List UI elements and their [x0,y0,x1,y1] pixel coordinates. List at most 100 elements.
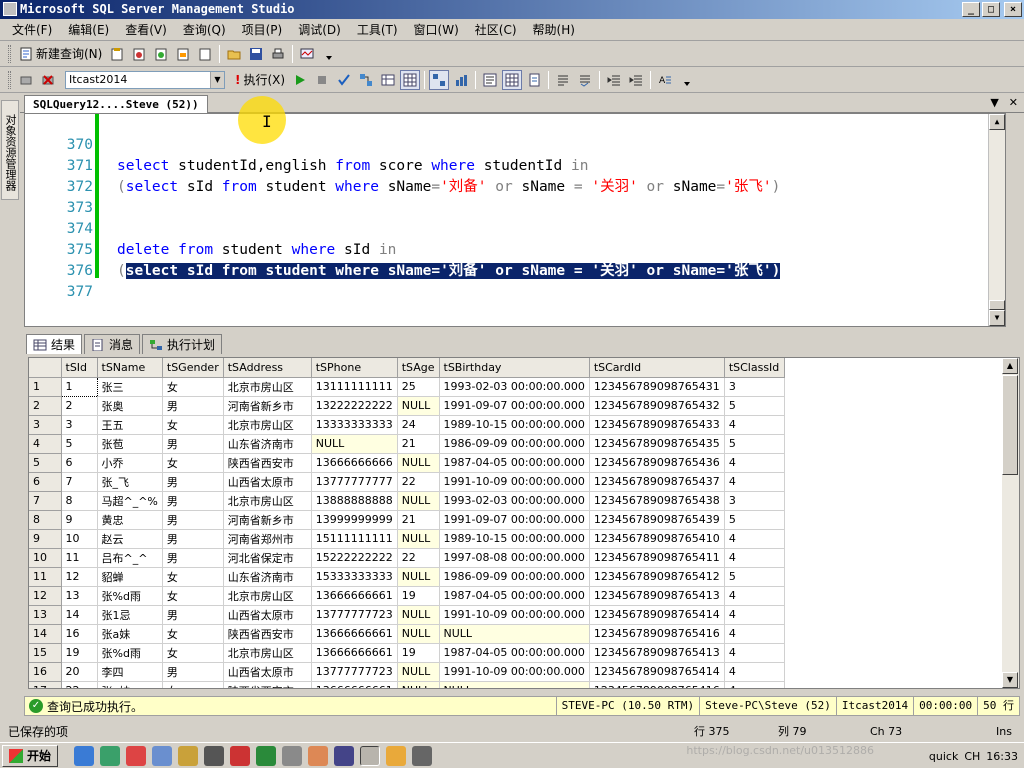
grid-cell[interactable]: 7 [61,472,98,492]
menu-community[interactable]: 社区(C) [467,21,525,38]
grid-cell[interactable]: 王五 [97,415,163,435]
grid-cell[interactable]: 1997-08-08 00:00:00.000 [439,548,590,568]
grid-cell[interactable]: 13666666661 [311,586,398,606]
column-header[interactable]: tSClassId [724,358,785,378]
grid-cell[interactable]: 张a妹 [97,681,163,688]
grid-cell[interactable]: 123456789098765435 [589,434,725,454]
available-databases-select[interactable]: Itcast2014 ▼ [65,70,225,89]
table-row[interactable]: 14 16 张a妹女陕西省西安市 13666666661 NULL NULL 1234567… [29,624,785,644]
grid-cell[interactable]: 13333333333 [311,415,398,435]
grid-cell[interactable]: 13777777777 [311,472,398,492]
grid-cell[interactable]: 19 [397,643,440,663]
menu-project[interactable]: 项目(P) [234,21,291,38]
grid-cell[interactable]: 男 [162,491,224,511]
analysis-query-icon[interactable] [129,44,149,64]
grid-cell[interactable]: 女 [162,377,224,397]
grid-cell[interactable]: 女 [162,453,224,473]
grid-cell[interactable]: 张苞 [97,434,163,454]
column-header[interactable]: tSId [61,358,98,378]
grid-cell[interactable]: 女 [162,415,224,435]
toolbar-overflow-icon[interactable] [319,44,339,64]
database-engine-query-icon[interactable] [107,44,127,64]
grid-cell[interactable]: 1991-10-09 00:00:00.000 [439,662,590,682]
results-to-file-icon[interactable] [524,70,544,90]
grid-cell[interactable]: 123456789098765414 [589,605,725,625]
grid-cell[interactable]: 15111111111 [311,529,398,549]
column-header[interactable]: tSPhone [311,358,398,378]
parse-checkmark-icon[interactable] [334,70,354,90]
grid-cell[interactable]: 4 [724,605,785,625]
grid-cell[interactable]: 女 [162,567,224,587]
grid-scrollbar[interactable]: ▲ ▼ [1002,358,1019,688]
grid-cell[interactable]: 山西省太原市 [223,472,312,492]
grid-cell[interactable]: 河北省保定市 [223,548,312,568]
grid-cell[interactable]: 13666666666 [311,453,398,473]
table-row[interactable]: 5 6 小乔女陕西省西安市 13666666666 NULL 1987-04-05 00:… [29,453,785,473]
grid-cell[interactable]: 19 [61,643,98,663]
grid-cell[interactable]: 陕西省西安市 [223,453,312,473]
display-estimated-plan-icon[interactable] [356,70,376,90]
grid-cell[interactable]: 14 [61,605,98,625]
grid-cell[interactable]: 1993-02-03 00:00:00.000 [439,491,590,511]
tab-execution-plan[interactable]: 执行计划 [142,334,223,354]
grid-cell[interactable]: 北京市房山区 [223,377,312,397]
app-icon-red[interactable] [126,745,147,766]
grid-cell[interactable]: 123456789098765410 [589,529,725,549]
grid-cell[interactable]: 山西省太原市 [223,605,312,625]
grid-cell[interactable]: 13666666661 [311,624,398,644]
grid-cell[interactable]: 13222222222 [311,396,398,416]
grid-cell[interactable]: 赵云 [97,529,163,549]
grid-cell[interactable]: 女 [162,643,224,663]
app-icon-navy[interactable] [334,745,355,766]
row-header[interactable]: 9 [29,529,62,549]
scroll-thumb[interactable] [1002,375,1018,475]
grid-cell[interactable]: 男 [162,548,224,568]
row-header[interactable]: 8 [29,510,62,530]
grid-cell[interactable]: 24 [397,415,440,435]
grid-cell[interactable]: 山东省济南市 [223,434,312,454]
table-row[interactable]: 7 8 马超^_^% 男北京市房山区 13888888888 NULL 1993-02-03… [29,491,785,511]
grid-cell[interactable]: 男 [162,434,224,454]
grid-cell[interactable]: 22 [61,681,98,688]
grid-cell[interactable]: 陕西省西安市 [223,681,312,688]
grid-cell[interactable]: NULL [397,529,440,549]
row-header[interactable]: 6 [29,472,62,492]
execute-button[interactable]: ! 执行(X) [231,71,289,88]
grid-cell[interactable]: 张a妹 [97,624,163,644]
grid-cell[interactable]: 4 [724,415,785,435]
grid-cell[interactable]: 4 [724,643,785,663]
grid-cell[interactable]: 北京市房山区 [223,643,312,663]
grid-cell[interactable]: NULL [311,434,398,454]
grid-cell[interactable]: 张%d雨 [97,643,163,663]
grid-cell[interactable]: 张%d雨 [97,586,163,606]
grid-cell[interactable]: 女 [162,586,224,606]
menu-edit[interactable]: 编辑(E) [60,21,117,38]
grid-cell[interactable]: 4 [724,624,785,644]
grid-cell[interactable]: 123456789098765416 [589,624,725,644]
grid-cell[interactable]: 25 [397,377,440,397]
grid-cell[interactable]: 123456789098765412 [589,567,725,587]
grid-cell[interactable]: NULL [397,624,440,644]
grid-cell[interactable]: 123456789098765416 [589,681,725,688]
column-header[interactable]: tSBirthday [439,358,590,378]
tab-results[interactable]: 结果 [26,334,83,354]
grid-cell[interactable]: NULL [439,624,590,644]
grid-cell[interactable]: 21 [397,434,440,454]
grid-cell[interactable]: 黄忠 [97,510,163,530]
grid-cell[interactable]: 19 [397,586,440,606]
toolbar-grip[interactable] [8,44,11,63]
toolbar-overflow-icon[interactable] [677,70,697,90]
table-row[interactable]: 11 12 貂蝉女山东省济南市 15333333333 NULL 1986-09-09 0… [29,567,785,587]
grid-cell[interactable]: 123456789098765431 [589,377,725,397]
save-icon[interactable] [246,44,266,64]
query-designer-icon[interactable] [378,70,398,90]
table-row[interactable]: 15 19 张%d雨女北京市房山区 13666666661 19 1987-04-05 0… [29,643,785,663]
start-button[interactable]: 开始 [2,744,59,767]
table-row[interactable]: 12 13 张%d雨女北京市房山区 13666666661 19 1987-04-05 0… [29,586,785,606]
grid-cell[interactable]: 123456789098765438 [589,491,725,511]
print-icon[interactable] [268,44,288,64]
grid-cell[interactable]: NULL [397,605,440,625]
grid-cell[interactable]: 20 [61,662,98,682]
grid-cell[interactable]: 女 [162,624,224,644]
grid-cell[interactable]: 5 [61,434,98,454]
